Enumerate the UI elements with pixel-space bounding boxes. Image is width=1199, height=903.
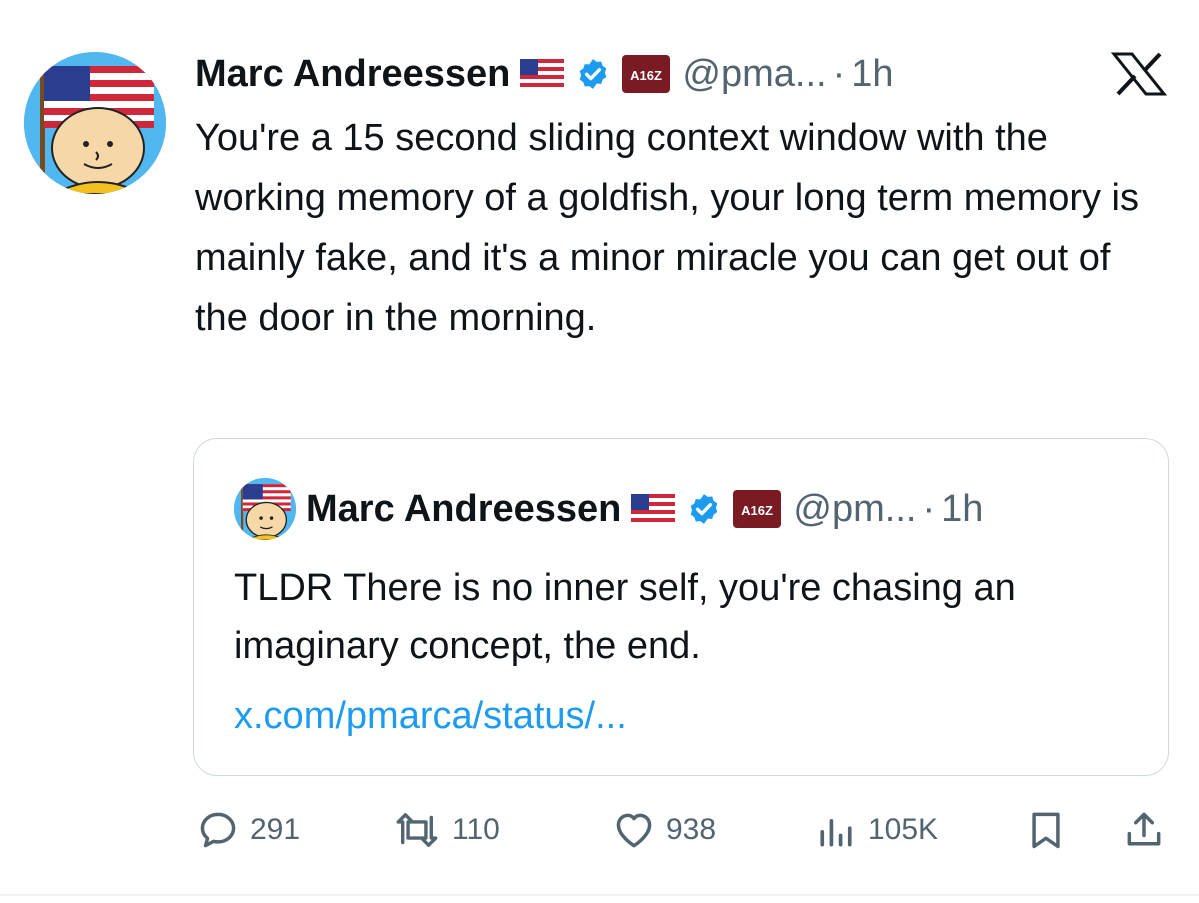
reply-icon [196, 808, 240, 852]
separator: · [832, 52, 846, 95]
quoted-author-avatar [234, 478, 296, 540]
bookmark-button[interactable] [1024, 800, 1068, 860]
affiliate-badge-icon[interactable]: A16Z [622, 55, 671, 93]
action-bar: 291 110 938 105K [192, 800, 1172, 860]
x-logo-icon[interactable] [1110, 52, 1168, 96]
affiliate-badge-icon[interactable]: A16Z [733, 490, 782, 528]
repost-button[interactable]: 110 [392, 800, 500, 860]
repost-icon [392, 808, 442, 852]
views-icon [814, 808, 858, 852]
author-name[interactable]: Marc Andreessen [195, 53, 510, 96]
views-button[interactable]: 105K [814, 800, 938, 860]
reply-count: 291 [250, 813, 301, 846]
timestamp[interactable]: 1h [851, 53, 893, 96]
heart-icon [612, 808, 656, 852]
reply-button[interactable]: 291 [196, 800, 300, 860]
quoted-author-name[interactable]: Marc Andreessen [306, 488, 621, 531]
quoted-tweet-header: Marc Andreessen A16Z @pm... · 1h [234, 478, 983, 540]
us-flag-icon [520, 59, 565, 89]
share-icon [1122, 808, 1166, 852]
us-flag-icon [631, 494, 676, 524]
tweet-text: You're a 15 second sliding context windo… [195, 117, 1139, 339]
verified-badge-icon[interactable] [687, 492, 721, 526]
quoted-timestamp[interactable]: 1h [941, 488, 983, 531]
bookmark-icon [1024, 808, 1068, 852]
svg-text:A16Z: A16Z [742, 503, 774, 518]
verified-badge-icon[interactable] [576, 57, 610, 91]
quoted-author-handle[interactable]: @pm... [793, 488, 916, 531]
divider [0, 894, 1199, 896]
author-avatar[interactable] [24, 52, 166, 194]
tweet-header: Marc Andreessen A16Z @pma... · 1h [195, 50, 894, 98]
like-button[interactable]: 938 [612, 800, 716, 860]
avatar-image [24, 52, 166, 194]
quoted-tweet-card[interactable]: Marc Andreessen A16Z @pm... · 1h TLDR Th… [193, 438, 1169, 776]
quoted-tweet-text: TLDR There is no inner self, you're chas… [234, 567, 1016, 667]
quoted-tweet-link[interactable]: x.com/pmarca/status/... [234, 687, 627, 745]
author-handle[interactable]: @pma... [682, 53, 826, 96]
share-button[interactable] [1122, 800, 1166, 860]
repost-count: 110 [452, 813, 500, 846]
svg-text:A16Z: A16Z [631, 68, 663, 83]
views-count: 105K [868, 813, 939, 846]
separator: · [922, 487, 936, 530]
like-count: 938 [666, 813, 717, 846]
